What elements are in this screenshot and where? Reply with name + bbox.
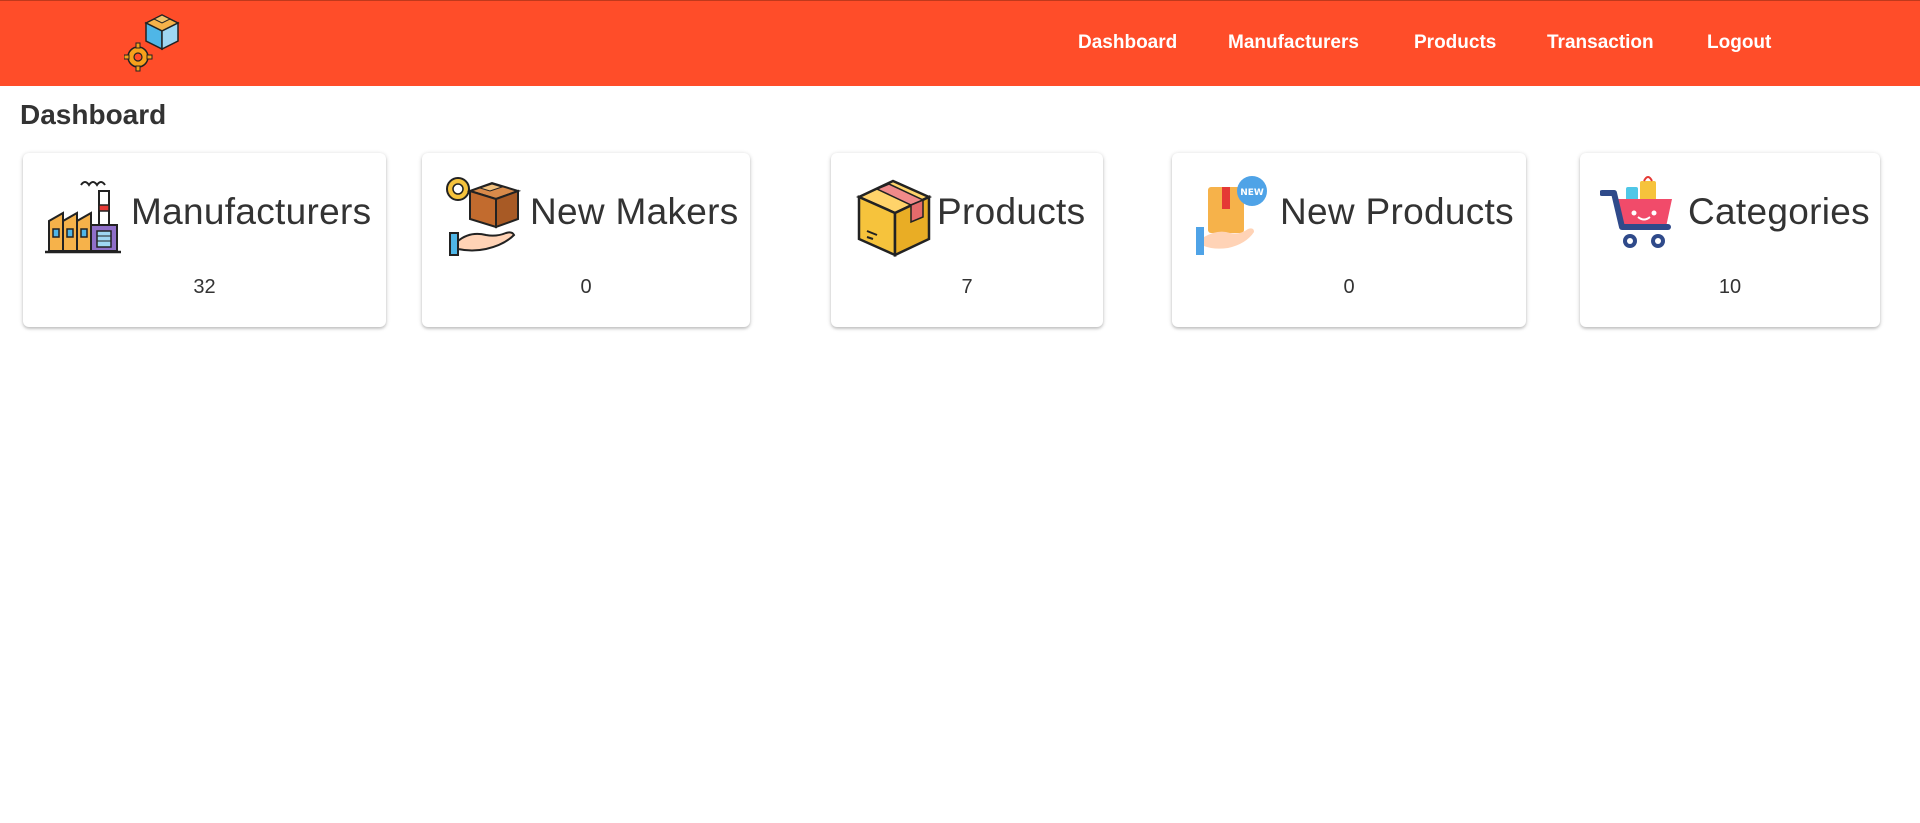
nav-logout[interactable]: Logout [1707,32,1771,54]
hand-box-gear-icon [446,177,522,256]
nav-products[interactable]: Products [1414,32,1496,54]
new-product-hand-icon: NEW [1196,176,1267,255]
logo-icon[interactable] [124,13,182,73]
top-navbar: Dashboard Manufacturers Products Transac… [0,0,1920,86]
page-title: Dashboard [20,99,167,130]
card-label: Products [937,191,1086,232]
card-label: New Products [1280,191,1514,232]
products-card[interactable]: Products 7 [831,153,1103,327]
svg-text:NEW: NEW [1240,188,1264,198]
nav-manufacturers[interactable]: Manufacturers [1228,32,1359,54]
card-count: 10 [1718,276,1742,298]
nav-dashboard[interactable]: Dashboard [1078,32,1177,54]
card-count: 0 [580,276,592,298]
card-label: Manufacturers [131,191,372,232]
new-products-card[interactable]: NEW New Products 0 [1172,153,1526,327]
card-label: New Makers [530,191,739,232]
card-count: 0 [1343,276,1355,298]
shopping-cart-icon [1600,176,1672,248]
card-label: Categories [1688,191,1870,232]
card-count: 32 [193,276,216,298]
cardboard-box-icon [855,179,933,257]
new-makers-card[interactable]: New Makers 0 [422,153,750,327]
nav-transaction[interactable]: Transaction [1547,32,1654,54]
card-count: 7 [961,276,973,298]
manufacturers-card[interactable]: Manufacturers 32 [23,153,386,327]
categories-card[interactable]: Categories 10 [1580,153,1880,327]
factory-icon [45,181,121,254]
